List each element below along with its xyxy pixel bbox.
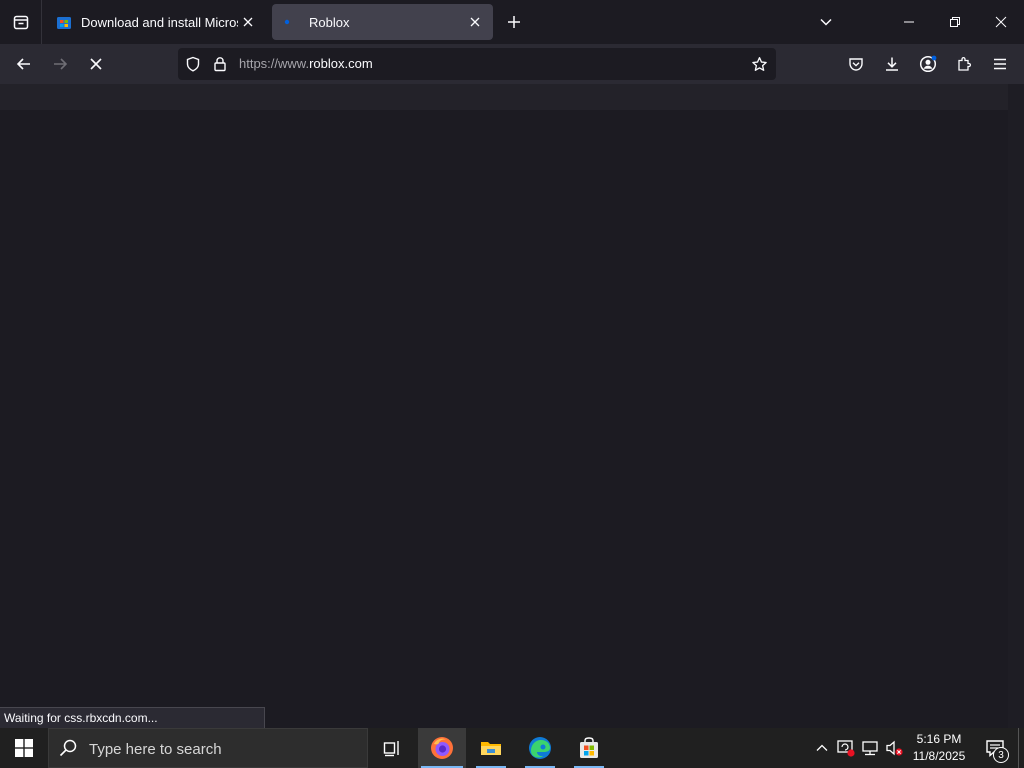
stop-icon [90, 58, 102, 70]
tab-bar: Download and install Microsoft Roblox [0, 0, 1024, 44]
clock-time: 5:16 PM [916, 732, 962, 746]
back-button[interactable] [10, 50, 38, 78]
show-hidden-icons-button[interactable] [812, 738, 832, 758]
tracking-protection-button[interactable] [184, 55, 202, 73]
firefox-icon [431, 737, 453, 759]
microsoft-store-icon [580, 737, 598, 758]
minimize-button[interactable] [886, 0, 932, 44]
shield-icon [186, 56, 200, 72]
forward-button[interactable] [46, 50, 74, 78]
pocket-icon [849, 58, 863, 71]
action-center-button[interactable]: 3 [980, 728, 1010, 768]
restore-button[interactable] [932, 0, 978, 44]
show-desktop-button[interactable] [1018, 728, 1024, 768]
tab-title: Download and install Microsoft [81, 14, 238, 30]
hamburger-menu-icon [994, 58, 1006, 70]
chevron-up-icon [816, 744, 828, 751]
url-text[interactable]: https://www.roblox.com [239, 56, 373, 71]
taskbar-microsoft-store[interactable] [565, 728, 613, 768]
extensions-button[interactable] [950, 50, 978, 78]
account-icon [919, 55, 937, 73]
taskbar-edge[interactable] [516, 728, 564, 768]
taskbar: Type here to search 5:16 PM 11/8/2025 3 [0, 728, 1024, 768]
chevron-down-icon [820, 18, 832, 26]
plus-icon [508, 16, 520, 28]
tab-close-button[interactable] [238, 12, 258, 32]
arrow-right-icon [54, 58, 68, 70]
status-panel: Waiting for css.rbxcdn.com... [0, 707, 265, 729]
close-icon [470, 17, 480, 27]
lock-icon [214, 57, 226, 72]
scrollbar-track[interactable] [1008, 84, 1024, 728]
firefox-view-icon [13, 15, 28, 30]
downloads-button[interactable] [878, 50, 906, 78]
task-view-icon [383, 741, 399, 757]
url-prefix: https://www. [239, 56, 310, 71]
tray-windows-update[interactable] [836, 738, 856, 758]
firefox-view-button[interactable] [0, 0, 42, 44]
tab-roblox[interactable]: Roblox [272, 4, 493, 40]
site-security-button[interactable] [211, 55, 229, 73]
update-status-icon [837, 740, 855, 757]
taskbar-file-explorer[interactable] [467, 728, 515, 768]
close-icon [995, 16, 1007, 28]
pocket-button[interactable] [842, 50, 870, 78]
taskbar-firefox[interactable] [418, 728, 466, 768]
taskbar-search-box[interactable]: Type here to search [48, 728, 368, 768]
url-host: roblox.com [309, 56, 373, 71]
tab-microsoft-download[interactable]: Download and install Microsoft [44, 4, 266, 40]
taskbar-clock[interactable]: 5:16 PM 11/8/2025 [904, 731, 974, 765]
tray-volume[interactable] [884, 738, 904, 758]
bookmark-star-button[interactable] [750, 55, 768, 73]
tab-title: Roblox [309, 14, 350, 30]
puzzle-piece-icon [958, 56, 972, 71]
star-icon [751, 56, 767, 71]
arrow-left-icon [16, 58, 30, 70]
file-explorer-icon [481, 742, 501, 755]
stop-loading-button[interactable] [82, 50, 110, 78]
microsoft-store-favicon [57, 17, 71, 29]
task-view-button[interactable] [368, 728, 416, 768]
loading-dot-favicon [284, 19, 290, 25]
close-icon [243, 17, 253, 27]
restore-icon [950, 17, 960, 27]
windows-logo-icon [15, 739, 33, 757]
start-button[interactable] [0, 728, 48, 768]
search-placeholder: Type here to search [89, 741, 222, 758]
list-all-tabs-button[interactable] [814, 10, 838, 34]
notification-count-badge: 3 [993, 747, 1009, 763]
download-icon [886, 57, 898, 71]
url-bar[interactable]: https://www.roblox.com [178, 48, 776, 80]
tray-network[interactable] [860, 738, 880, 758]
navigation-toolbar: https://www.roblox.com [0, 44, 1024, 84]
tab-close-button[interactable] [465, 12, 485, 32]
page-content [0, 84, 1024, 728]
new-tab-button[interactable] [502, 10, 526, 34]
clock-date: 11/8/2025 [912, 749, 966, 763]
speaker-muted-icon [886, 740, 903, 756]
app-menu-button[interactable] [986, 50, 1014, 78]
network-icon [862, 741, 878, 756]
account-button[interactable] [914, 50, 942, 78]
edge-icon [529, 737, 551, 759]
page-header-placeholder [0, 84, 1008, 110]
close-window-button[interactable] [978, 0, 1024, 44]
search-icon [59, 739, 77, 757]
minimize-icon [904, 21, 914, 23]
